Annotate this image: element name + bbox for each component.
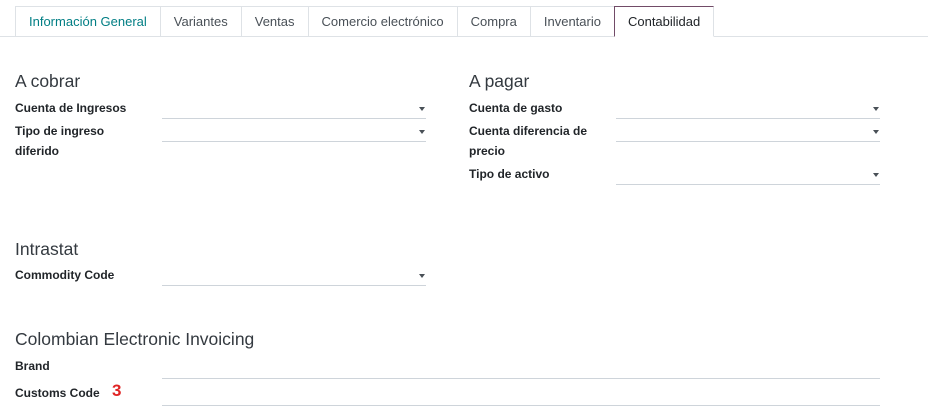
price-difference-account-select[interactable] (616, 122, 880, 142)
chevron-down-icon (419, 107, 425, 111)
chevron-down-icon (419, 274, 425, 278)
chevron-down-icon (419, 130, 425, 134)
asset-type-select[interactable] (616, 165, 880, 185)
label-price-diff-line2: precio (469, 144, 506, 158)
income-account-select[interactable] (162, 99, 426, 119)
tab-contabilidad[interactable]: Contabilidad (613, 6, 715, 37)
tab-inventario[interactable]: Inventario (529, 6, 614, 37)
chevron-down-icon (873, 130, 879, 134)
section-title-colombian-invoicing: Colombian Electronic Invoicing (15, 329, 255, 349)
label-price-diff-line1: Cuenta diferencia de (469, 124, 588, 138)
expense-account-select[interactable] (616, 99, 880, 119)
section-title-payable: A pagar (469, 71, 530, 91)
tab-informacion-general[interactable]: Información General (15, 6, 160, 37)
customs-code-input[interactable] (162, 386, 880, 406)
label-income-account: Cuenta de Ingresos (15, 101, 127, 115)
chevron-down-icon (873, 173, 879, 177)
tab-compra[interactable]: Compra (456, 6, 530, 37)
label-commodity-code: Commodity Code (15, 268, 115, 282)
label-customs-code: Customs Code (15, 386, 100, 400)
brand-input[interactable] (162, 359, 880, 379)
tab-comercio-electronico[interactable]: Comercio electrónico (307, 6, 457, 37)
chevron-down-icon (873, 107, 879, 111)
commodity-code-select[interactable] (162, 266, 426, 286)
section-title-receivable: A cobrar (15, 71, 81, 91)
tab-variantes[interactable]: Variantes (159, 6, 241, 37)
section-title-intrastat: Intrastat (15, 239, 79, 259)
label-expense-account: Cuenta de gasto (469, 101, 563, 115)
annotation-marker: 3 (112, 381, 122, 400)
tab-ventas[interactable]: Ventas (240, 6, 308, 37)
deferred-income-select[interactable] (162, 122, 426, 142)
notebook-tabs: Información General Variantes Ventas Com… (15, 6, 715, 37)
label-asset-type: Tipo de activo (469, 167, 550, 181)
product-form-accounting: Información General Variantes Ventas Com… (0, 0, 928, 414)
label-deferred-income-line1: Tipo de ingreso (15, 124, 105, 138)
label-deferred-income-line2: diferido (15, 144, 59, 158)
label-brand: Brand (15, 359, 50, 373)
